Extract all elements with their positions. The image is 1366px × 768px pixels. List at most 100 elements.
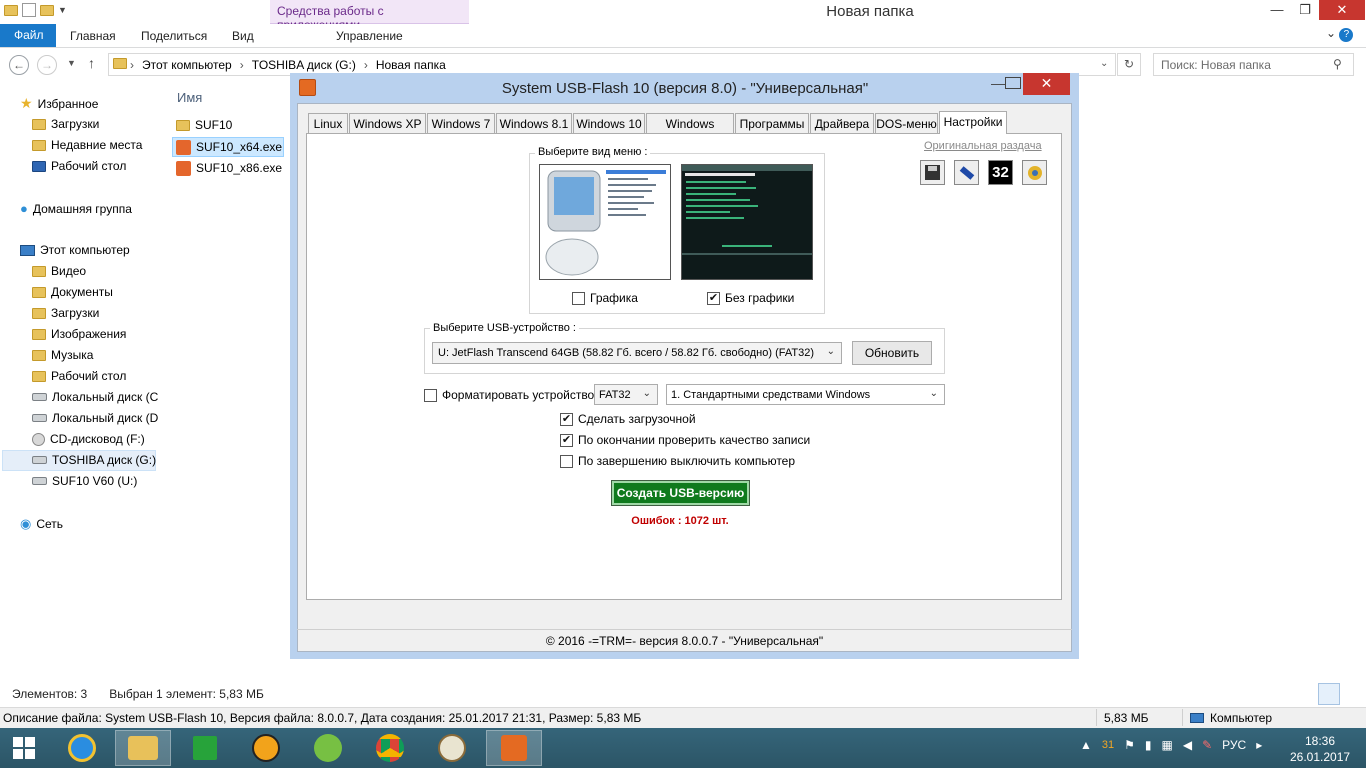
action-center-icon[interactable]: ⚑ <box>1124 738 1135 752</box>
nav-video[interactable]: Видео <box>32 264 86 278</box>
dialog-maximize-button[interactable] <box>1005 77 1021 89</box>
refresh-icon[interactable]: ↻ <box>1117 53 1141 76</box>
tray-badge[interactable]: 31 <box>1102 739 1114 751</box>
notification-flag-icon[interactable]: ▸ <box>1256 738 1262 752</box>
nav-desktop2[interactable]: Рабочий стол <box>32 369 126 383</box>
tab-settings[interactable]: Настройки <box>939 111 1007 134</box>
tab-windows-81[interactable]: Windows 8.1 <box>496 113 572 133</box>
dialog-title: System USB-Flash 10 (версия 8.0) - "Унив… <box>501 80 869 97</box>
verify-checkbox[interactable]: ✔ По окончании проверить качество записи <box>560 433 810 447</box>
antivirus-icon[interactable]: ✎ <box>1202 738 1212 752</box>
nav-favorites[interactable]: ★ Избранное <box>20 95 98 112</box>
tab-drivers[interactable]: Драйвера <box>810 113 874 133</box>
nav-network[interactable]: ◉ Сеть <box>20 516 63 532</box>
close-button[interactable]: ✕ <box>1319 0 1365 20</box>
taskbar-aimp[interactable] <box>238 730 294 766</box>
language-indicator[interactable]: РУС <box>1222 738 1246 752</box>
nav-local-d[interactable]: Локальный диск (D <box>32 411 158 425</box>
tab-programs[interactable]: Программы <box>735 113 809 133</box>
taskbar-explorer[interactable] <box>115 730 171 766</box>
search-input[interactable]: Поиск: Новая папка <box>1153 53 1354 76</box>
tab-file[interactable]: Файл <box>0 24 56 47</box>
search-icon[interactable]: ⚲ <box>1333 57 1342 71</box>
nav-documents[interactable]: Документы <box>32 285 113 299</box>
nav-homegroup[interactable]: ● Домашняя группа <box>20 201 132 216</box>
minimize-button[interactable]: — <box>1262 0 1292 20</box>
shutdown-checkbox[interactable]: По завершению выключить компьютер <box>560 454 795 468</box>
forward-button[interactable]: → <box>37 55 57 75</box>
nav-local-c[interactable]: Локальный диск (C <box>32 390 158 404</box>
volume-icon[interactable]: ◀ <box>1183 738 1192 752</box>
usb-stick-icon[interactable] <box>954 160 979 185</box>
tab-view[interactable]: Вид <box>232 29 254 43</box>
graphics-checkbox[interactable]: Графика <box>572 291 638 305</box>
details-view-button[interactable] <box>1318 683 1340 705</box>
tab-windows-server[interactable]: Windows Server <box>646 113 734 145</box>
nav-suf[interactable]: SUF10 V60 (U:) <box>32 474 137 488</box>
nav-desktop[interactable]: Рабочий стол <box>32 159 126 173</box>
tab-linux[interactable]: Linux <box>308 113 348 133</box>
floppy-disk-icon[interactable] <box>920 160 945 185</box>
format-method-select[interactable]: 1. Стандартными средствами Windows ⌄ <box>666 384 945 405</box>
nav-images[interactable]: Изображения <box>32 327 126 341</box>
start-button[interactable] <box>0 730 48 766</box>
breadcrumb-new-folder[interactable]: Новая папка <box>376 58 446 72</box>
taskbar-ie[interactable] <box>54 730 110 766</box>
tray-expand-icon[interactable]: ▲ <box>1080 738 1092 752</box>
dialog-close-button[interactable]: ✕ <box>1023 73 1070 95</box>
nav-downloads2[interactable]: Загрузки <box>32 306 99 320</box>
taskbar-store[interactable] <box>177 730 233 766</box>
text-menu-preview[interactable] <box>681 164 813 280</box>
properties-icon[interactable] <box>22 3 36 17</box>
badge-32[interactable]: 32 <box>988 160 1013 185</box>
clock[interactable]: 18:36 26.01.2017 <box>1290 733 1350 765</box>
file-row[interactable]: SUF10_x64.exe <box>176 137 282 157</box>
original-distribution-link[interactable]: Оригинальная раздача <box>924 140 1042 152</box>
column-header-name[interactable]: Имя <box>177 90 202 105</box>
ribbon-expand-help[interactable]: ⌄ ? <box>1326 26 1354 42</box>
folder-icon[interactable] <box>4 4 18 16</box>
refresh-button[interactable]: Обновить <box>852 341 932 365</box>
tab-dos-menu[interactable]: DOS-меню <box>875 113 938 133</box>
file-row[interactable]: SUF10_x86.exe <box>176 158 282 178</box>
up-arrow-icon[interactable]: ↑ <box>88 55 95 71</box>
taskbar-chrome[interactable] <box>362 730 418 766</box>
nav-music[interactable]: Музыка <box>32 348 93 362</box>
create-usb-button[interactable]: Создать USB-версию <box>611 480 750 506</box>
breadcrumb-this-pc[interactable]: Этот компьютер <box>142 58 232 72</box>
format-checkbox[interactable]: Форматировать устройство : <box>424 388 601 402</box>
taskbar-usb-flash[interactable] <box>486 730 542 766</box>
nav-recent[interactable]: Недавние места <box>32 138 142 152</box>
new-folder-icon[interactable] <box>40 4 54 16</box>
maximize-button[interactable]: ❐ <box>1290 0 1320 20</box>
file-row[interactable]: SUF10 <box>176 115 232 135</box>
tab-windows-10[interactable]: Windows 10 <box>573 113 645 133</box>
tiles-view-button[interactable] <box>1344 683 1366 705</box>
breadcrumb-toshiba[interactable]: TOSHIBA диск (G:) <box>252 58 356 72</box>
network-tray-icon[interactable]: ▦ <box>1162 738 1173 752</box>
nav-this-pc[interactable]: Этот компьютер <box>20 243 130 257</box>
tab-home[interactable]: Главная <box>70 29 116 43</box>
tab-manage[interactable]: Управление <box>336 29 403 43</box>
nav-toshiba[interactable]: TOSHIBA диск (G:) <box>32 453 156 467</box>
tab-windows-xp[interactable]: Windows XP <box>349 113 426 133</box>
make-bootable-checkbox[interactable]: ✔ Сделать загрузочной <box>560 412 696 426</box>
address-dropdown-icon[interactable]: ⌄ <box>1100 58 1108 69</box>
no-graphics-checkbox[interactable]: ✔ Без графики <box>707 291 794 305</box>
nav-downloads[interactable]: Загрузки <box>32 117 99 131</box>
filesystem-select[interactable]: FAT32 ⌄ <box>594 384 658 405</box>
usb-device-select[interactable]: U: JetFlash Transcend 64GB (58.82 Гб. вс… <box>432 342 842 364</box>
usb-flash-app-icon[interactable] <box>299 79 316 96</box>
back-button[interactable]: ← <box>9 55 29 75</box>
help-icon[interactable]: ? <box>1339 28 1354 42</box>
tab-share[interactable]: Поделиться <box>141 29 207 43</box>
chevron-down-icon[interactable]: ▼ <box>58 5 67 15</box>
tab-windows-7[interactable]: Windows 7 <box>427 113 495 133</box>
taskbar-paint[interactable] <box>424 730 480 766</box>
taskbar-utorrent[interactable] <box>300 730 356 766</box>
battery-icon[interactable]: ▮ <box>1145 738 1152 752</box>
recent-locations-icon[interactable]: ▼ <box>67 58 76 68</box>
nav-cd[interactable]: CD-дисковод (F:) <box>32 432 145 446</box>
graphics-menu-preview[interactable] <box>539 164 671 280</box>
settings-tool-icon[interactable] <box>1022 160 1047 185</box>
